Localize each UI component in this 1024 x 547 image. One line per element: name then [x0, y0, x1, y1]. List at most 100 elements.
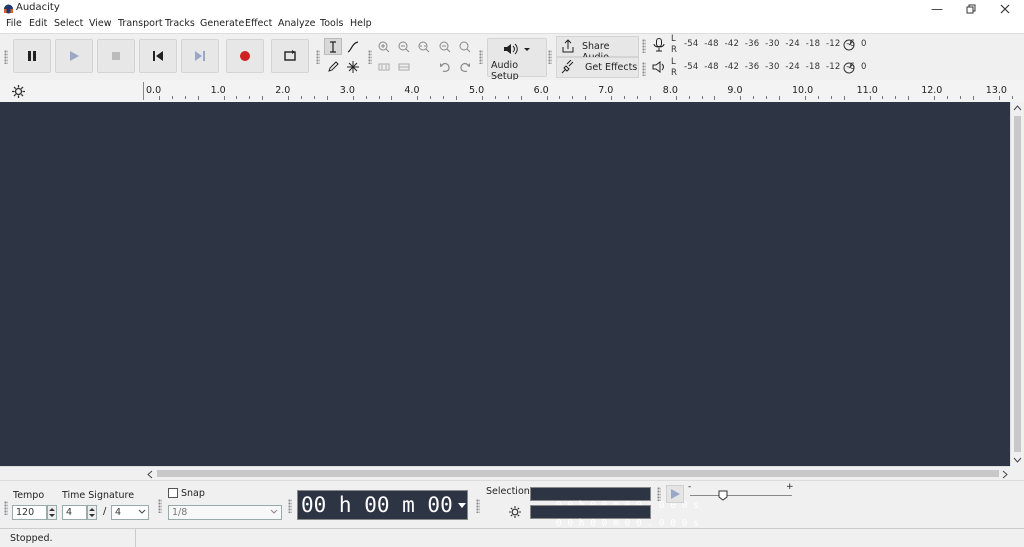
silence-button[interactable] — [395, 58, 413, 75]
horizontal-scrollbar[interactable] — [0, 466, 1010, 481]
audio-setup-grip[interactable] — [479, 50, 483, 64]
scroll-left-icon[interactable] — [146, 470, 153, 479]
ruler-label: 6.0 — [533, 85, 549, 96]
vertical-scroll-thumb[interactable] — [1014, 116, 1021, 452]
record-meter-level-icon[interactable] — [843, 39, 855, 51]
ruler-tick — [882, 96, 884, 99]
menu-edit[interactable]: Edit — [29, 18, 47, 29]
share-audio-button[interactable]: Share Audio — [556, 36, 639, 63]
menu-analyze[interactable]: Analyze — [278, 18, 315, 29]
play-at-speed-grip[interactable] — [657, 487, 661, 501]
ruler-label: 8.0 — [662, 85, 678, 96]
get-effects-button[interactable]: Get Effects — [556, 57, 639, 78]
snap-checkbox[interactable] — [168, 488, 178, 498]
menu-effect[interactable]: Effect — [245, 18, 272, 29]
time-signature-numerator[interactable]: 4 — [62, 505, 87, 520]
timeline-settings-icon[interactable] — [12, 85, 25, 98]
get-effects-label: Get Effects — [585, 62, 638, 73]
draw-tool-button[interactable] — [324, 58, 342, 75]
loop-button[interactable] — [271, 39, 309, 73]
time-display[interactable]: 00 h 00 m 00 s — [297, 490, 468, 545]
restore-button[interactable] — [954, 0, 988, 17]
toolbar-grip[interactable] — [4, 50, 8, 64]
menu-help[interactable]: Help — [350, 18, 372, 29]
ruler-label: 5.0 — [469, 85, 485, 96]
scroll-up-icon[interactable] — [1013, 104, 1022, 111]
multi-tool-icon — [347, 60, 359, 73]
ruler-tick — [546, 96, 548, 100]
ruler-tick — [636, 96, 638, 99]
timeline-ruler[interactable]: 0.0 1.0 2.0 3.0 4.0 5.0 6.0 7.0 8.0 9.0 10.0 11.0 12… — [0, 80, 1024, 103]
ruler-tick — [1011, 96, 1013, 99]
selection-settings-icon[interactable] — [509, 506, 521, 518]
snap-grip[interactable] — [158, 499, 162, 513]
tempo-spinner[interactable] — [47, 505, 57, 520]
time-grip[interactable] — [288, 499, 292, 513]
ruler-tick — [804, 96, 806, 100]
ruler-tick — [972, 96, 974, 100]
play-at-speed-button[interactable] — [666, 485, 684, 503]
trim-button[interactable] — [375, 58, 393, 75]
ruler-tick — [998, 96, 1000, 100]
snap-select-value: 1/8 — [172, 507, 188, 518]
ruler-tick — [843, 96, 845, 100]
menu-tracks[interactable]: Tracks — [165, 18, 195, 29]
scroll-right-icon[interactable] — [1002, 470, 1009, 479]
edit-grip[interactable] — [368, 50, 372, 64]
stop-button[interactable] — [97, 39, 135, 73]
horizontal-scroll-thumb[interactable] — [157, 470, 999, 477]
fit-selection-button[interactable] — [415, 38, 433, 55]
skip-to-end-button[interactable] — [181, 39, 219, 73]
zoom-toggle-button[interactable] — [456, 38, 474, 55]
zoom-in-button[interactable] — [375, 38, 393, 55]
vertical-scrollbar[interactable] — [1010, 102, 1024, 466]
redo-button[interactable] — [456, 58, 474, 75]
skip-to-start-button[interactable] — [139, 39, 177, 73]
speed-slider-thumb[interactable] — [718, 490, 728, 501]
share-grip[interactable] — [548, 50, 552, 64]
selection-start-time[interactable]: 0 0 h 0 0 m 0 0 . 0 0 0 s — [530, 487, 699, 511]
track-area[interactable] — [0, 102, 1010, 466]
tempo-grip[interactable] — [4, 501, 8, 515]
menu-select[interactable]: Select — [54, 18, 83, 29]
fit-project-button[interactable] — [436, 38, 454, 55]
selection-tool-button[interactable] — [324, 38, 342, 55]
ruler-tick — [365, 96, 367, 99]
selection-grip[interactable] — [476, 499, 480, 513]
menu-tools[interactable]: Tools — [320, 18, 343, 29]
speed-slider-track[interactable] — [690, 495, 792, 496]
close-button[interactable] — [988, 0, 1022, 17]
pause-icon — [28, 51, 36, 61]
menu-file[interactable]: File — [6, 18, 22, 29]
record-meter-grip[interactable] — [642, 39, 646, 53]
selection-end-time[interactable]: 0 0 h 0 0 m 0 0 . 0 0 0 s — [530, 505, 699, 529]
time-signature-denominator[interactable]: 4 — [111, 505, 149, 520]
numerator-spinner[interactable] — [87, 505, 97, 520]
ruler-tick — [934, 96, 936, 100]
ruler-label: 1.0 — [210, 85, 226, 96]
minimize-button[interactable]: — — [920, 0, 954, 17]
menu-generate[interactable]: Generate — [200, 18, 244, 29]
menu-view[interactable]: View — [89, 18, 112, 29]
spinner-arrows-icon — [49, 508, 55, 517]
multi-tool-button[interactable] — [344, 58, 362, 75]
audio-setup-button[interactable]: Audio Setup — [487, 38, 547, 82]
ruler-tick — [391, 96, 393, 100]
ruler-tick — [779, 96, 781, 100]
play-meter-level-icon[interactable] — [843, 62, 855, 74]
envelope-tool-button[interactable] — [344, 38, 362, 55]
play-meter-grip[interactable] — [642, 62, 646, 76]
tempo-input[interactable]: 120 — [12, 505, 47, 520]
scroll-down-icon[interactable] — [1013, 457, 1022, 464]
skip-to-start-icon — [153, 51, 163, 61]
pause-button[interactable] — [13, 39, 51, 73]
menu-transport[interactable]: Transport — [118, 18, 163, 29]
i-beam-icon — [330, 40, 336, 53]
record-button[interactable] — [226, 39, 264, 73]
play-button[interactable] — [55, 39, 93, 73]
tools-grip[interactable] — [316, 50, 320, 64]
ruler-tick — [959, 96, 961, 99]
undo-button[interactable] — [436, 58, 454, 75]
zoom-out-button[interactable] — [395, 38, 413, 55]
snap-select[interactable]: 1/8 — [168, 505, 282, 520]
